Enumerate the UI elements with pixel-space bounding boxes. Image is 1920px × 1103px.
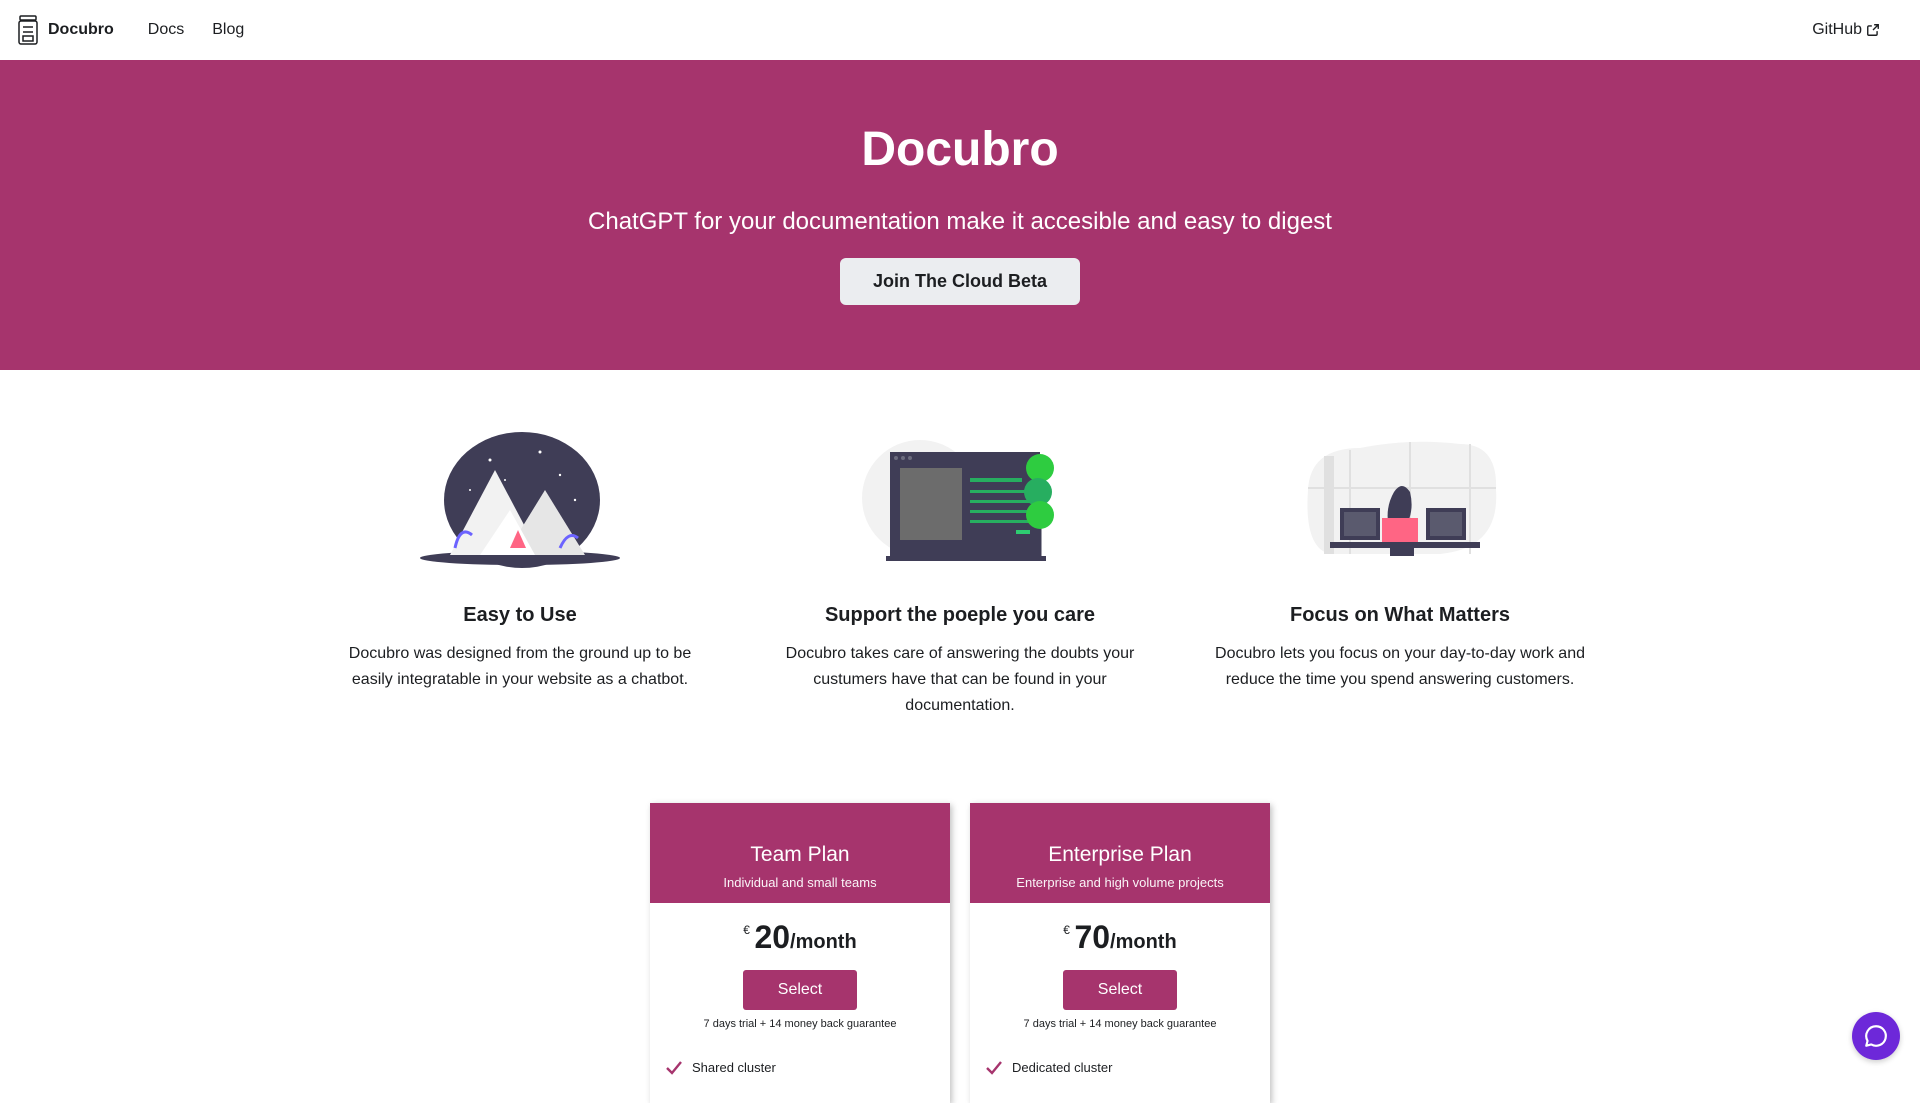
hero-title: Docubro: [861, 123, 1059, 176]
feature-title: Focus on What Matters: [1289, 604, 1510, 626]
currency-symbol: €: [743, 923, 750, 937]
plan-name: Enterprise Plan: [1048, 843, 1192, 866]
nav-link-docs[interactable]: Docs: [134, 21, 198, 39]
browser-tree-illustration: [862, 440, 1054, 561]
navbar: Docubro Docs Blog GitHub: [0, 0, 1920, 60]
features-section: Easy to Use Docubro was designed from th…: [0, 430, 1920, 719]
plan-name: Team Plan: [750, 843, 850, 866]
feature-support: Support the poeple you care Docubro take…: [740, 430, 1180, 719]
check-icon: [986, 1060, 1002, 1075]
currency-symbol: €: [1063, 923, 1070, 937]
plan-card-enterprise: Enterprise Plan Enterprise and high volu…: [970, 803, 1270, 1103]
join-cloud-beta-button[interactable]: Join The Cloud Beta: [839, 258, 1080, 305]
plan-price: € 70/month: [970, 919, 1270, 956]
plan-card-team: Team Plan Individual and small teams € 2…: [650, 803, 950, 1103]
feature-easy-to-use: Easy to Use Docubro was designed from th…: [300, 430, 740, 719]
hero-banner: Docubro ChatGPT for your documentation m…: [0, 60, 1920, 370]
plan-feature-item: Dedicated cluster: [970, 1060, 1270, 1075]
plan-feature-label: Shared cluster: [692, 1060, 776, 1075]
plan-tagline: Individual and small teams: [723, 875, 877, 890]
guarantee-note: 7 days trial + 14 money back guarantee: [1023, 1018, 1217, 1030]
price-amount: 20: [754, 919, 791, 955]
plan-header: Enterprise Plan Enterprise and high volu…: [970, 803, 1270, 903]
plan-tagline: Enterprise and high volume projects: [1016, 875, 1224, 890]
feature-description: Docubro lets you focus on your day-to-da…: [1215, 645, 1585, 688]
plan-feature-item: Shared cluster: [650, 1060, 950, 1075]
chat-widget-button[interactable]: [1852, 1012, 1900, 1060]
brand-name: Docubro: [48, 21, 114, 38]
price-amount: 70: [1074, 919, 1111, 955]
feature-description: Docubro takes care of answering the doub…: [785, 645, 1135, 714]
price-period: /month: [1110, 931, 1177, 953]
feature-description: Docubro was designed from the ground up …: [348, 645, 692, 688]
select-enterprise-plan-button[interactable]: Select: [1063, 970, 1177, 1010]
nav-link-github[interactable]: GitHub: [1812, 21, 1862, 39]
select-team-plan-button[interactable]: Select: [743, 970, 857, 1010]
pricing-section: Team Plan Individual and small teams € 2…: [0, 803, 1920, 1103]
check-icon: [666, 1060, 682, 1075]
chat-bubble-icon: [1865, 1025, 1887, 1047]
feature-focus: Focus on What Matters Docubro lets you f…: [1180, 430, 1620, 719]
nav-right: GitHub: [1812, 21, 1904, 39]
mountains-illustration: [420, 432, 620, 568]
brand-link[interactable]: Docubro: [16, 14, 114, 46]
guarantee-note: 7 days trial + 14 money back guarantee: [703, 1018, 897, 1030]
desk-illustration: [1307, 441, 1497, 556]
price-period: /month: [790, 931, 857, 953]
plan-feature-label: Dedicated cluster: [1012, 1060, 1113, 1075]
feature-title: Support the poeple you care: [824, 604, 1096, 626]
nav-link-blog[interactable]: Blog: [198, 21, 258, 39]
external-link-icon: [1867, 24, 1879, 36]
feature-title: Easy to Use: [463, 604, 577, 626]
hero-subtitle: ChatGPT for your documentation make it a…: [588, 208, 1332, 235]
plan-price: € 20/month: [650, 919, 950, 956]
docubro-logo-icon: [18, 15, 38, 45]
plan-header: Team Plan Individual and small teams: [650, 803, 950, 903]
